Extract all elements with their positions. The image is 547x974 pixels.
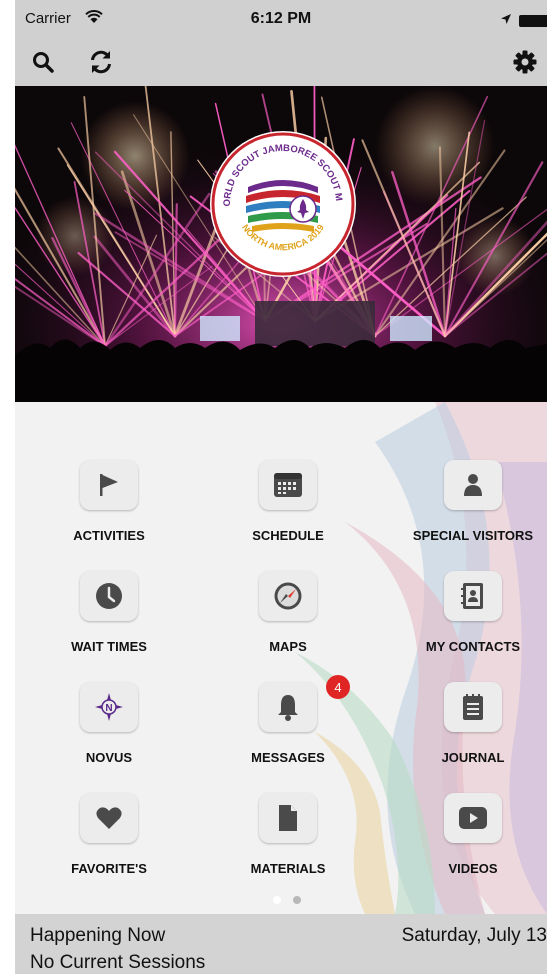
calendar-icon[interactable]	[259, 460, 317, 510]
menu-tile-schedule[interactable]: SCHEDULE	[198, 460, 378, 560]
current-date: Saturday, July 13	[401, 925, 547, 946]
contacts-icon[interactable]	[444, 571, 502, 621]
menu-tile-label: SPECIAL VISITORS	[412, 528, 534, 543]
menu-tile-label: MY CONTACTS	[425, 639, 521, 654]
top-toolbar	[15, 40, 547, 86]
app-screen: Carrier 6:12 PM ORLD SCOUT JAMBOREE SCOU…	[15, 0, 547, 974]
flag-icon[interactable]	[80, 460, 138, 510]
menu-tile-materials[interactable]: MATERIALS	[198, 793, 378, 893]
hero-fireworks-image: 24th WORLD SCOUT JAMBOREE SCOUT MONDIAL …	[15, 86, 547, 402]
menu-tile-label: VIDEOS	[448, 861, 498, 876]
menu-tile-wait-times[interactable]: WAIT TIMES	[19, 571, 199, 671]
person-icon[interactable]	[444, 460, 502, 510]
location-arrow-icon	[500, 12, 512, 30]
battery-icon	[519, 15, 547, 27]
menu-tile-label: MESSAGES	[251, 750, 325, 765]
menu-tile-my-contacts[interactable]: MY CONTACTS	[383, 571, 547, 671]
menu-tile-label: FAVORITE'S	[71, 861, 147, 876]
heart-icon[interactable]	[80, 793, 138, 843]
menu-tile-favorite-s[interactable]: FAVORITE'S	[19, 793, 199, 893]
menu-tile-journal[interactable]: JOURNAL	[383, 682, 547, 782]
novus-icon[interactable]: N	[80, 682, 138, 732]
menu-tile-label: ACTIVITIES	[73, 528, 145, 543]
menu-tile-novus[interactable]: N NOVUS	[19, 682, 199, 782]
menu-tile-label: MATERIALS	[250, 861, 326, 876]
gear-icon[interactable]	[509, 46, 541, 78]
status-bar: Carrier 6:12 PM	[15, 0, 547, 40]
compass-icon[interactable]	[259, 571, 317, 621]
bell-icon[interactable]	[259, 682, 317, 732]
menu-tile-label: MAPS	[269, 639, 307, 654]
menu-tile-videos[interactable]: VIDEOS	[383, 793, 547, 893]
menu-tile-label: NOVUS	[85, 750, 133, 765]
page-dot-1[interactable]	[273, 896, 281, 904]
svg-text:N: N	[105, 703, 112, 714]
document-icon[interactable]	[259, 793, 317, 843]
menu-grid: ACTIVITIES SCHEDULE SPECIAL VISITORS WAIT T…	[15, 402, 547, 914]
play-icon[interactable]	[444, 793, 502, 843]
journal-icon[interactable]	[444, 682, 502, 732]
menu-tile-activities[interactable]: ACTIVITIES	[19, 460, 199, 560]
menu-tile-special-visitors[interactable]: SPECIAL VISITORS	[383, 460, 547, 560]
happening-now-bar[interactable]: Happening Now No Current Sessions Saturd…	[15, 914, 547, 974]
menu-tile-messages[interactable]: MESSAGES	[198, 682, 378, 782]
jamboree-logo: 24th WORLD SCOUT JAMBOREE SCOUT MONDIAL …	[208, 129, 356, 277]
menu-tile-label: SCHEDULE	[252, 528, 324, 543]
happening-now-heading: Happening Now	[30, 925, 166, 946]
page-dot-2[interactable]	[293, 896, 301, 904]
menu-tile-label: WAIT TIMES	[71, 639, 147, 654]
messages-badge: 4	[326, 675, 350, 699]
clock-time: 6:12 PM	[250, 10, 312, 27]
current-sessions-status: No Current Sessions	[30, 952, 206, 973]
menu-tile-maps[interactable]: MAPS	[198, 571, 378, 671]
search-icon[interactable]	[27, 46, 59, 78]
refresh-icon[interactable]	[85, 46, 117, 78]
menu-tile-label: JOURNAL	[441, 750, 505, 765]
clock-icon[interactable]	[80, 571, 138, 621]
page-indicator[interactable]	[273, 891, 313, 909]
